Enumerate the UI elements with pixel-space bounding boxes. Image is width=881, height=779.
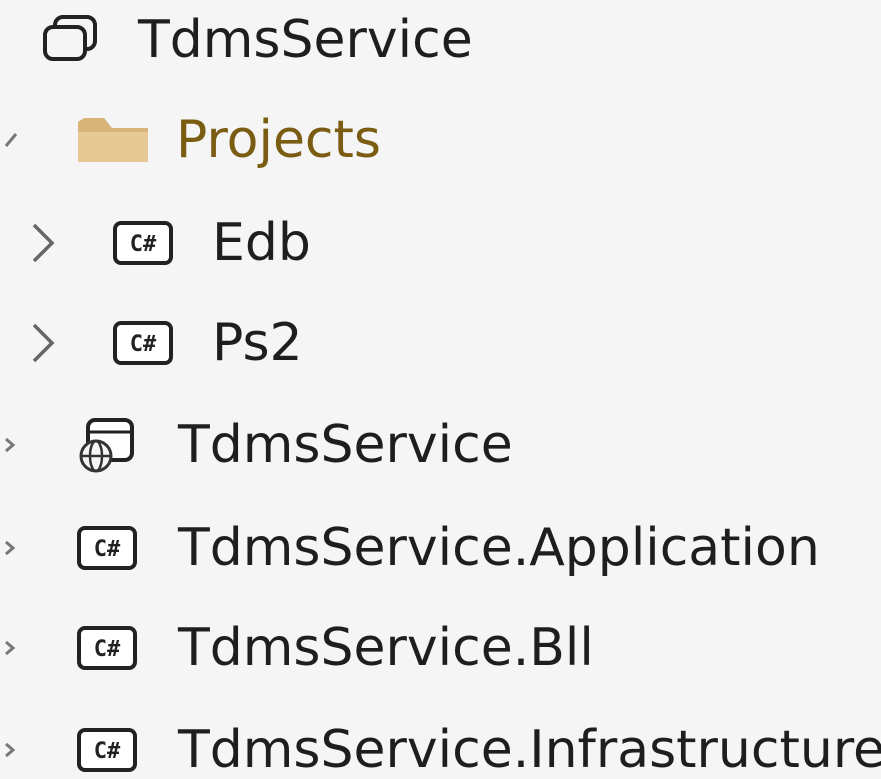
tree-item-tdmsservice-web[interactable]: TdmsService <box>0 395 881 495</box>
chevron-right-icon[interactable] <box>28 321 58 365</box>
chevron-down-icon[interactable] <box>4 130 20 150</box>
tree-item-tdmsservice-bll[interactable]: C# TdmsService.Bll <box>0 598 881 698</box>
csharp-project-icon: C# <box>76 625 138 671</box>
csharp-project-icon: C# <box>112 220 174 266</box>
svg-text:C#: C# <box>94 739 121 764</box>
solution-icon <box>42 13 102 67</box>
svg-text:C#: C# <box>130 332 157 357</box>
tdmsservice-infrastructure-label: TdmsService.Infrastructure <box>178 720 881 779</box>
chevron-right-icon[interactable] <box>28 221 58 265</box>
chevron-right-icon[interactable] <box>4 741 16 759</box>
tree-item-projects-folder[interactable]: Projects <box>0 90 881 190</box>
solution-node[interactable]: TdmsService <box>0 0 881 90</box>
tree-item-edb[interactable]: C# Edb <box>0 193 881 293</box>
csharp-project-icon: C# <box>76 525 138 571</box>
ps2-label: Ps2 <box>212 313 303 373</box>
svg-text:C#: C# <box>94 537 121 562</box>
tdmsservice-bll-label: TdmsService.Bll <box>178 618 594 678</box>
tree-item-tdmsservice-infrastructure[interactable]: C# TdmsService.Infrastructure <box>0 700 881 779</box>
tdmsservice-web-label: TdmsService <box>178 415 513 475</box>
chevron-right-icon[interactable] <box>4 639 16 657</box>
svg-text:C#: C# <box>94 637 121 662</box>
svg-text:C#: C# <box>130 232 157 257</box>
chevron-right-icon[interactable] <box>4 436 16 454</box>
solution-label: TdmsService <box>138 10 473 70</box>
csharp-project-icon: C# <box>112 320 174 366</box>
tree-item-ps2[interactable]: C# Ps2 <box>0 293 881 393</box>
projects-folder-label: Projects <box>176 110 382 170</box>
edb-label: Edb <box>212 213 311 273</box>
tree-item-tdmsservice-application[interactable]: C# TdmsService.Application <box>0 498 881 598</box>
tdmsservice-application-label: TdmsService.Application <box>178 518 820 578</box>
chevron-right-icon[interactable] <box>4 539 16 557</box>
solution-explorer-tree: TdmsService Projects C# Edb C# Ps2 TdmsS… <box>0 0 881 779</box>
csharp-project-icon: C# <box>76 727 138 773</box>
web-project-icon <box>74 416 136 474</box>
folder-icon <box>72 112 152 168</box>
